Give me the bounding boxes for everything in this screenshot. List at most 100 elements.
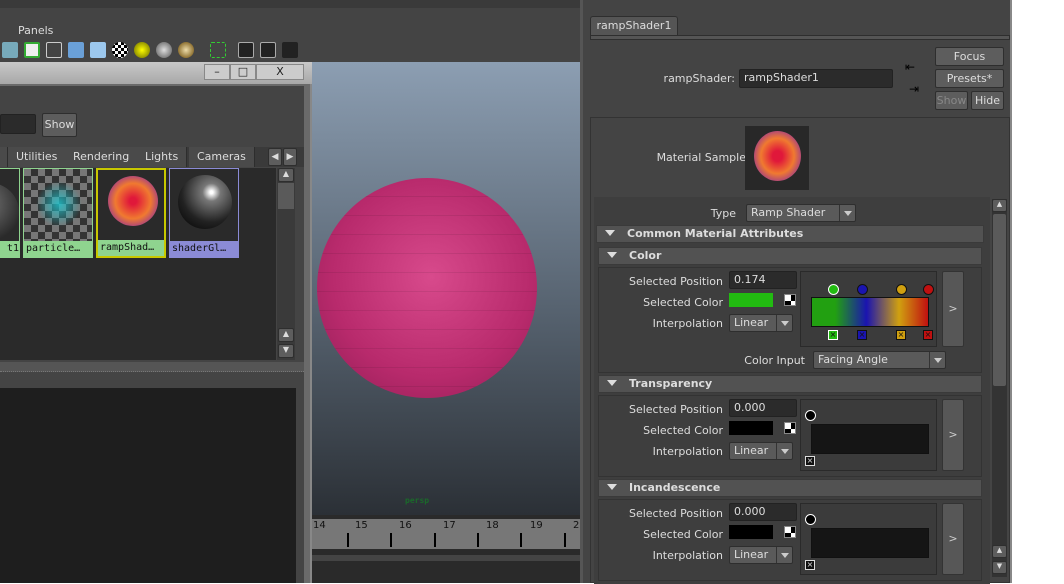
swatch-label: rampShad… bbox=[98, 240, 164, 256]
section-incandescence[interactable]: Incandescence bbox=[598, 479, 982, 497]
tab-cameras[interactable]: Cameras bbox=[189, 147, 255, 167]
map-texture-icon[interactable] bbox=[784, 422, 796, 434]
scroll-down-icon[interactable]: ▼ bbox=[992, 561, 1007, 574]
smooth-shade-icon[interactable] bbox=[68, 42, 84, 58]
output-connections-icon[interactable]: ⇥ bbox=[909, 82, 919, 96]
ramp-handle[interactable] bbox=[896, 284, 907, 295]
selected-color-label: Selected Color bbox=[643, 528, 723, 541]
high-quality-icon[interactable] bbox=[178, 42, 194, 58]
section-common-material-attributes[interactable]: Common Material Attributes bbox=[596, 225, 984, 243]
pane-splitter[interactable] bbox=[0, 362, 304, 372]
ramp-handle[interactable] bbox=[923, 284, 934, 295]
ramp-gradient[interactable] bbox=[811, 297, 929, 327]
main-toolbar: Panels bbox=[0, 0, 580, 62]
lights-icon[interactable] bbox=[134, 42, 150, 58]
menu-panels[interactable]: Panels bbox=[18, 24, 53, 37]
scroll-up-icon[interactable]: ▲ bbox=[992, 199, 1007, 212]
window-titlebar[interactable]: – □ X bbox=[0, 62, 312, 84]
ramp-gradient[interactable] bbox=[811, 424, 929, 454]
interpolation-dropdown[interactable]: Linear bbox=[729, 314, 793, 332]
wire-on-shaded-icon[interactable] bbox=[90, 42, 106, 58]
delete-handle-icon[interactable]: × bbox=[828, 330, 838, 340]
shadows-icon[interactable] bbox=[156, 42, 172, 58]
selected-color-swatch[interactable] bbox=[729, 293, 773, 307]
delete-handle-icon[interactable]: × bbox=[896, 330, 906, 340]
tick-mark bbox=[434, 533, 436, 547]
swatch-item[interactable]: particle… bbox=[23, 168, 93, 258]
textured-icon[interactable] bbox=[112, 42, 128, 58]
color-input-dropdown[interactable]: Facing Angle bbox=[813, 351, 946, 369]
tab-scroll-right-icon[interactable]: ▶ bbox=[283, 148, 297, 166]
selected-color-swatch[interactable] bbox=[729, 421, 773, 435]
interpolation-dropdown[interactable]: Linear bbox=[729, 546, 793, 564]
text-icon[interactable] bbox=[24, 42, 40, 58]
selected-position-label: Selected Position bbox=[628, 507, 723, 520]
expand-ramp-button[interactable]: > bbox=[942, 399, 964, 471]
delete-handle-icon[interactable]: × bbox=[923, 330, 933, 340]
map-texture-icon[interactable] bbox=[784, 526, 796, 538]
maximize-button[interactable]: □ bbox=[230, 64, 256, 80]
ramp-handle[interactable] bbox=[857, 284, 868, 295]
close-button[interactable]: X bbox=[256, 64, 304, 80]
two-panel-icon[interactable] bbox=[260, 42, 276, 58]
sphere-object[interactable] bbox=[317, 178, 537, 398]
interpolation-dropdown[interactable]: Linear bbox=[729, 442, 793, 460]
tab-rendering[interactable]: Rendering bbox=[65, 147, 139, 167]
tab-scroll-left-icon[interactable]: ◀ bbox=[268, 148, 282, 166]
scroll-up-icon[interactable]: ▲ bbox=[992, 545, 1007, 558]
camera-attr-icon[interactable] bbox=[2, 42, 18, 58]
scroll-up-icon[interactable]: ▲ bbox=[278, 168, 294, 182]
ramp-widget[interactable]: × × × × bbox=[800, 271, 937, 347]
selected-color-swatch[interactable] bbox=[729, 525, 773, 539]
share-icon[interactable] bbox=[282, 42, 298, 58]
swatch-scrollbar[interactable]: ▲ ▲ ▼ bbox=[277, 168, 295, 360]
scroll-thumb[interactable] bbox=[278, 183, 294, 209]
isolate-icon[interactable] bbox=[238, 42, 254, 58]
ramp-widget[interactable]: × bbox=[800, 503, 937, 575]
swatch-item[interactable]: t1 bbox=[0, 168, 20, 258]
focus-button[interactable]: Focus bbox=[935, 47, 1004, 66]
perspective-viewport[interactable]: persp bbox=[312, 62, 580, 515]
delete-handle-icon[interactable]: × bbox=[805, 560, 815, 570]
camera-label: persp bbox=[405, 496, 430, 505]
show-button[interactable]: Show bbox=[935, 91, 968, 110]
search-input[interactable] bbox=[0, 114, 36, 134]
swatch-item[interactable]: shaderGl… bbox=[169, 168, 239, 258]
type-dropdown[interactable]: Ramp Shader bbox=[746, 204, 856, 222]
show-button[interactable]: Show bbox=[42, 113, 77, 137]
hide-button[interactable]: Hide bbox=[971, 91, 1004, 110]
tab-lights[interactable]: Lights bbox=[137, 147, 188, 167]
input-connections-icon[interactable]: ⇤ bbox=[905, 60, 915, 74]
scroll-down-icon[interactable]: ▼ bbox=[278, 344, 294, 358]
time-ruler[interactable]: 14 15 16 17 18 19 2 bbox=[312, 519, 580, 549]
xray-select-icon[interactable] bbox=[210, 42, 226, 58]
wireframe-icon[interactable] bbox=[46, 42, 62, 58]
selected-position-field[interactable]: 0.000 bbox=[729, 399, 797, 417]
ramp-handle[interactable] bbox=[828, 284, 839, 295]
selected-position-label: Selected Position bbox=[628, 275, 723, 288]
delete-handle-icon[interactable]: × bbox=[857, 330, 867, 340]
selected-position-field[interactable]: 0.174 bbox=[729, 271, 797, 289]
minimize-button[interactable]: – bbox=[204, 64, 230, 80]
selected-position-field[interactable]: 0.000 bbox=[729, 503, 797, 521]
attributes-scrollbar[interactable]: ▲ ▲ ▼ bbox=[992, 199, 1007, 577]
ramp-handle[interactable] bbox=[805, 514, 816, 525]
presets-button[interactable]: Presets* bbox=[935, 69, 1004, 88]
ramp-handle[interactable] bbox=[805, 410, 816, 421]
expand-ramp-button[interactable]: > bbox=[942, 271, 964, 347]
tab-utilities[interactable]: Utilities bbox=[8, 147, 67, 167]
swatch-item[interactable]: rampShad… bbox=[96, 168, 166, 258]
scroll-up-icon[interactable]: ▲ bbox=[278, 328, 294, 342]
scroll-thumb[interactable] bbox=[993, 214, 1006, 386]
node-name-field[interactable]: rampShader1 bbox=[739, 69, 893, 88]
ramp-gradient[interactable] bbox=[811, 528, 929, 558]
map-texture-icon[interactable] bbox=[784, 294, 796, 306]
section-color[interactable]: Color bbox=[598, 247, 982, 265]
swatch-preview bbox=[36, 181, 82, 227]
delete-handle-icon[interactable]: × bbox=[805, 456, 815, 466]
section-transparency[interactable]: Transparency bbox=[598, 375, 982, 393]
expand-ramp-button[interactable]: > bbox=[942, 503, 964, 575]
ramp-widget[interactable]: × bbox=[800, 399, 937, 471]
work-area[interactable] bbox=[0, 388, 296, 583]
tab-rampshader1[interactable]: rampShader1 bbox=[590, 16, 678, 36]
